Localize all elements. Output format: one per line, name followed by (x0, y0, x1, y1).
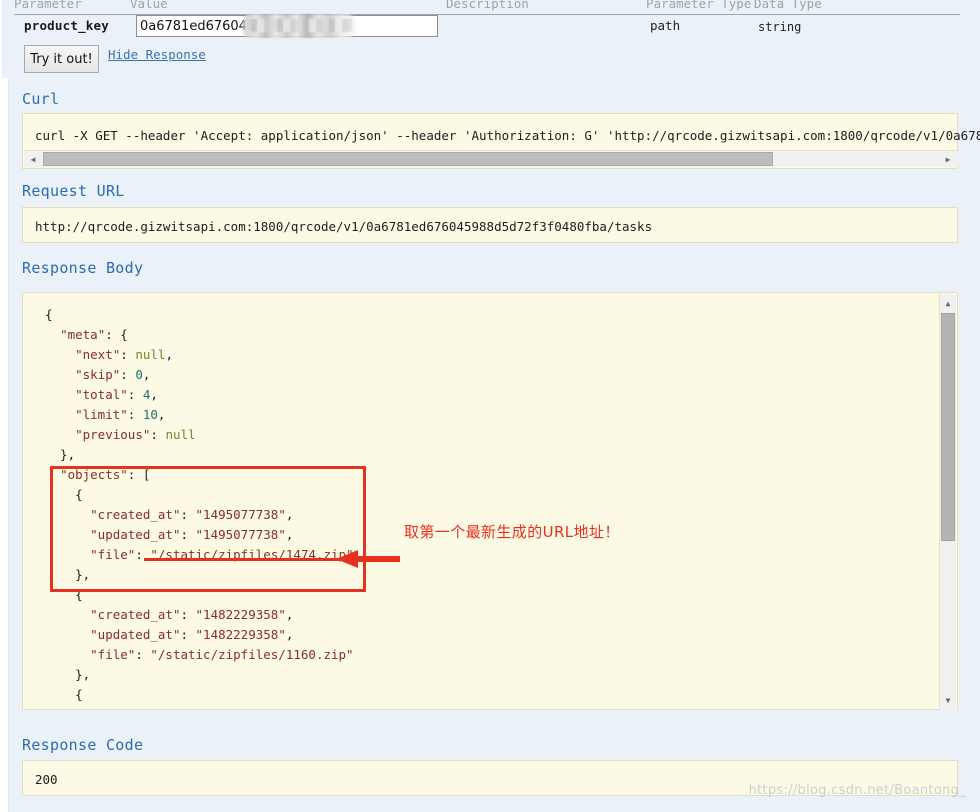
response-body-vertical-scrollbar[interactable]: ▲ ▼ (939, 294, 956, 710)
data-type-value: string (758, 20, 802, 34)
scroll-down-arrow-icon[interactable]: ▼ (940, 692, 956, 708)
column-header-description: Description (446, 0, 529, 11)
scroll-right-arrow-icon[interactable]: ▶ (940, 151, 956, 167)
response-body-json-viewport: { "meta": { "next": null, "skip": 0, "to… (23, 293, 939, 709)
parameter-name-label: product_key (24, 18, 109, 33)
response-code-section-title: Response Code (22, 736, 144, 754)
try-it-out-button[interactable]: Try it out! (24, 45, 99, 73)
scroll-left-arrow-icon[interactable]: ◀ (25, 151, 41, 167)
parameter-type-value: path (650, 18, 681, 33)
column-header-value: Value (130, 0, 168, 11)
product-key-input[interactable] (136, 15, 438, 37)
parameter-table: Parameter Value Description Parameter Ty… (2, 0, 968, 78)
annotation-text: 取第一个最新生成的URL地址！ (404, 523, 620, 541)
column-header-parameter-type: Parameter Type (646, 0, 752, 11)
column-header-data-type: Data Type (754, 0, 822, 11)
response-code-box: 200 (22, 760, 958, 796)
vertical-scroll-thumb[interactable] (941, 313, 955, 541)
horizontal-scroll-thumb[interactable] (43, 152, 773, 166)
hide-response-link[interactable]: Hide Response (108, 47, 206, 62)
curl-horizontal-scrollbar[interactable]: ◀ ▶ (24, 150, 958, 167)
curl-section-title: Curl (22, 90, 60, 108)
response-body-json-text: { "meta": { "next": null, "skip": 0, "to… (45, 307, 354, 702)
response-body-box: { "meta": { "next": null, "skip": 0, "to… (22, 292, 958, 710)
swagger-api-response-panel: Parameter Value Description Parameter Ty… (0, 0, 980, 812)
response-code-text: 200 (35, 772, 58, 787)
response-body-section-title: Response Body (22, 259, 144, 277)
curl-command-box: curl -X GET --header 'Accept: applicatio… (22, 113, 980, 169)
request-url-box: http://qrcode.gizwitsapi.com:1800/qrcode… (22, 207, 958, 243)
curl-command-text: curl -X GET --header 'Accept: applicatio… (35, 128, 980, 143)
request-url-section-title: Request URL (22, 182, 125, 200)
request-url-text: http://qrcode.gizwitsapi.com:1800/qrcode… (35, 219, 653, 234)
column-header-parameter: Parameter (14, 0, 82, 11)
scroll-up-arrow-icon[interactable]: ▲ (940, 295, 956, 311)
